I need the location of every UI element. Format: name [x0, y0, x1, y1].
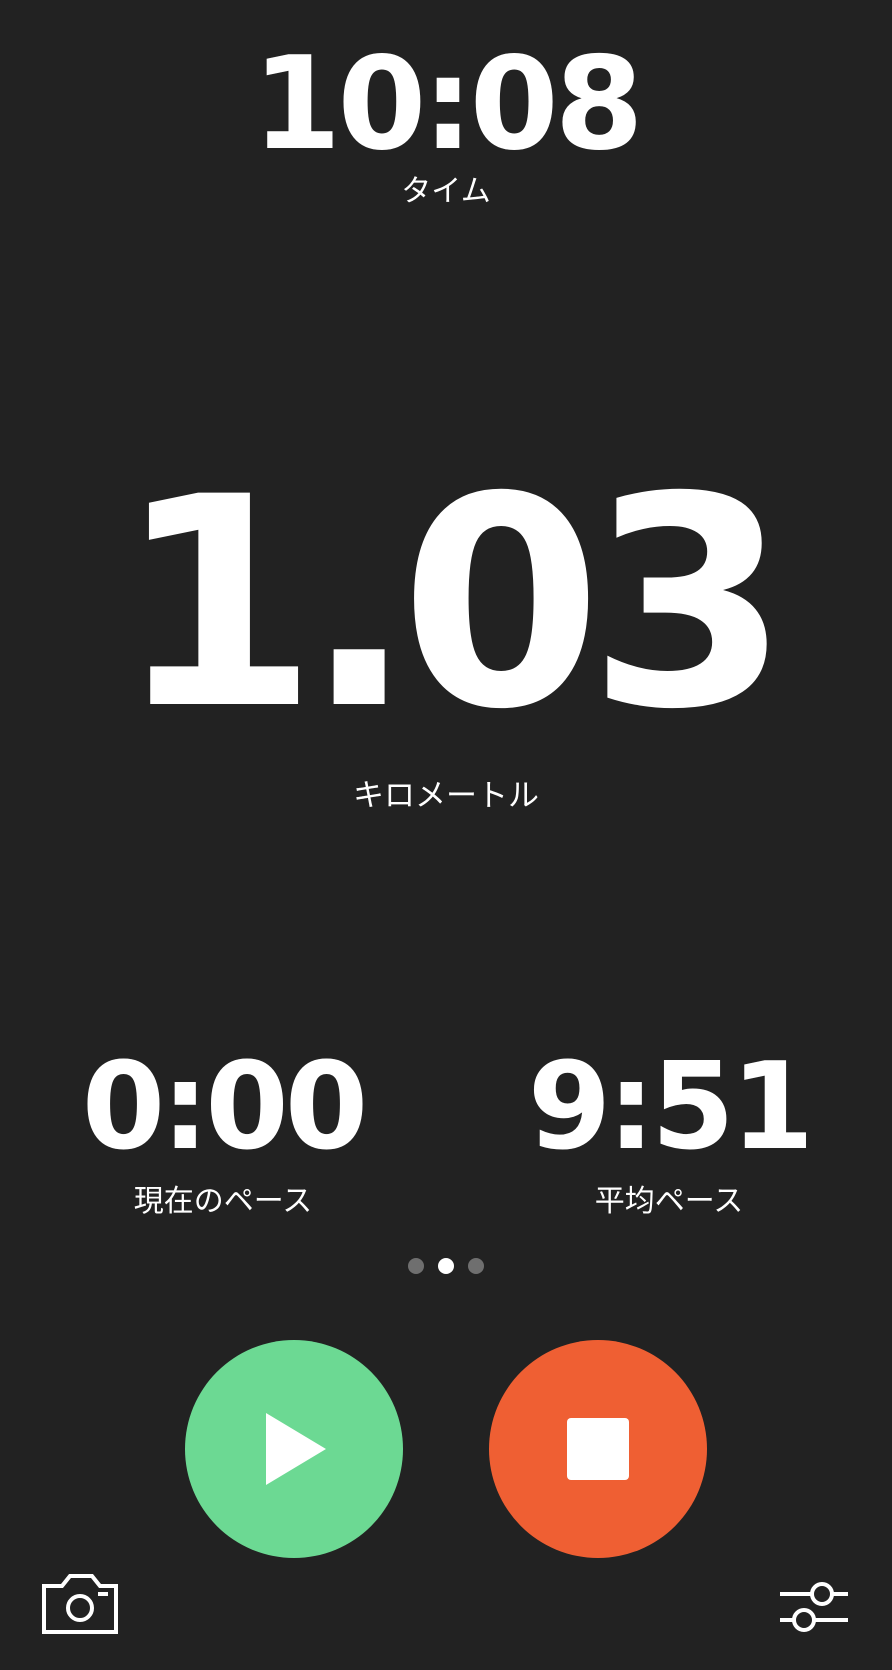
page-dot-3[interactable]	[468, 1258, 484, 1274]
play-icon	[266, 1413, 326, 1485]
start-button[interactable]	[185, 1340, 403, 1558]
current-pace-stat: 0:00 現在のペース	[0, 1045, 446, 1222]
sliders-icon	[780, 1582, 848, 1632]
camera-icon	[42, 1574, 118, 1634]
average-pace-stat: 9:51 平均ペース	[446, 1045, 892, 1222]
settings-button[interactable]	[778, 1580, 850, 1636]
distance-unit-label: キロメートル	[353, 778, 539, 814]
distance-value: 1.03	[116, 436, 790, 773]
current-pace-value: 0:00	[81, 1038, 368, 1177]
elapsed-time-label: タイム	[401, 174, 491, 209]
stop-button[interactable]	[489, 1340, 707, 1558]
page-dot-1[interactable]	[408, 1258, 424, 1274]
current-pace-label: 現在のペース	[133, 1184, 313, 1219]
page-dot-2[interactable]	[438, 1258, 454, 1274]
average-pace-label: 平均ペース	[594, 1184, 744, 1219]
elapsed-time-value: 10:08	[252, 30, 643, 179]
stop-icon	[567, 1418, 629, 1480]
page-indicator[interactable]	[396, 1258, 496, 1276]
average-pace-value: 9:51	[527, 1038, 814, 1177]
camera-button[interactable]	[40, 1572, 120, 1636]
